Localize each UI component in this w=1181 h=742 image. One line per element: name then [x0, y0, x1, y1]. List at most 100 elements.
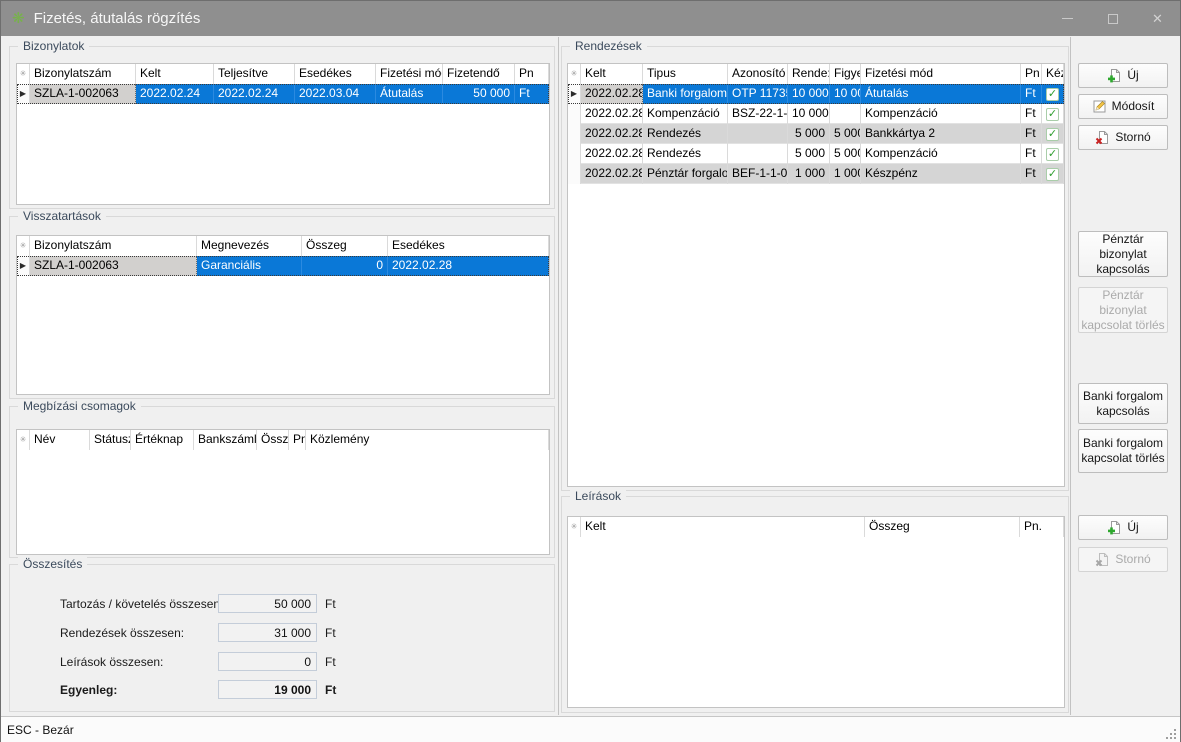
field-egyenleg[interactable]: 19 000: [218, 680, 317, 699]
rendezesek-row[interactable]: 2022.02.28 Kompenzáció BSZ-22-1-00 10 00…: [568, 104, 1064, 124]
visszatartasok-table[interactable]: ✳ Bizonylatszám Megnevezés Összeg Esedék…: [16, 235, 550, 395]
row-selector-cell[interactable]: [568, 164, 581, 184]
cell-figyelembe[interactable]: 10 000: [830, 84, 861, 104]
checkbox-checked-icon[interactable]: ✓: [1046, 128, 1059, 141]
column-header-kelt[interactable]: Kelt: [581, 517, 865, 537]
cell-rendezett[interactable]: 1 000: [788, 164, 830, 184]
column-header-fizetendo[interactable]: Fizetendő: [443, 64, 515, 84]
cell-kelt[interactable]: 2022.02.28: [581, 104, 643, 124]
row-selector-header[interactable]: ✳: [17, 236, 30, 256]
column-header-nev[interactable]: Név: [30, 430, 90, 450]
column-header-kelt[interactable]: Kelt: [581, 64, 643, 84]
rendezesek-row[interactable]: 2022.02.28 Pénztár forgalom BEF-1-1-00 1…: [568, 164, 1064, 184]
leirasok-storno-button[interactable]: Stornó: [1078, 547, 1168, 572]
cell-fizetesi-mod[interactable]: Átutalás: [376, 84, 443, 104]
cell-pn[interactable]: Ft: [1021, 144, 1042, 164]
row-selector-cell[interactable]: ▶: [568, 84, 581, 104]
row-selector-cell[interactable]: ▶: [17, 256, 30, 276]
penztar-bizonylat-kapcsolat-torles-button[interactable]: Pénztár bizonylat kapcsolat törlés: [1078, 287, 1168, 333]
column-header-figyelembe[interactable]: Figye: [830, 64, 861, 84]
cell-azonosito[interactable]: BSZ-22-1-00: [728, 104, 788, 124]
cell-figyelembe[interactable]: 1 000: [830, 164, 861, 184]
cell-rendezett[interactable]: 10 000: [788, 84, 830, 104]
cell-rendezett[interactable]: 10 000: [788, 104, 830, 124]
rendezesek-row[interactable]: 2022.02.28 Rendezés 5 000 5 000 Bankkárt…: [568, 124, 1064, 144]
cell-osszeg[interactable]: 0: [302, 256, 388, 276]
row-selector-cell[interactable]: [568, 104, 581, 124]
leirasok-table[interactable]: ✳ Kelt Összeg Pn.: [567, 516, 1065, 708]
cell-azonosito[interactable]: BEF-1-1-00: [728, 164, 788, 184]
storno-button[interactable]: Stornó: [1078, 125, 1168, 150]
column-header-teljesitve[interactable]: Teljesítve: [214, 64, 295, 84]
row-selector-cell[interactable]: [568, 124, 581, 144]
cell-azonosito[interactable]: [728, 144, 788, 164]
field-tartozas-osszesen[interactable]: 50 000: [218, 594, 317, 613]
cell-pn[interactable]: Ft: [1021, 124, 1042, 144]
cell-kelt[interactable]: 2022.02.28: [581, 84, 643, 104]
column-header-esedekes[interactable]: Esedékes: [295, 64, 376, 84]
cell-fizetesi-mod[interactable]: Kompenzáció: [861, 144, 1021, 164]
banki-forgalom-kapcsolas-button[interactable]: Banki forgalom kapcsolás: [1078, 383, 1168, 424]
visszatartasok-row[interactable]: ▶ SZLA-1-002063 Garanciális 0 2022.02.28: [17, 256, 549, 276]
cell-rendezett[interactable]: 5 000: [788, 144, 830, 164]
column-header-bankszamla[interactable]: Bankszámla: [194, 430, 257, 450]
column-header-pn[interactable]: Pn: [515, 64, 549, 84]
cell-tipus[interactable]: Rendezés: [643, 124, 728, 144]
column-header-megnevezes[interactable]: Megnevezés: [197, 236, 302, 256]
cell-tipus[interactable]: Kompenzáció: [643, 104, 728, 124]
column-header-esedekes[interactable]: Esedékes: [388, 236, 549, 256]
column-header-bizonylatszam[interactable]: Bizonylatszám: [30, 236, 197, 256]
cell-esedekes[interactable]: 2022.03.04: [295, 84, 376, 104]
checkbox-checked-icon[interactable]: ✓: [1046, 168, 1059, 181]
cell-esedekes[interactable]: 2022.02.28: [388, 256, 549, 276]
close-button[interactable]: ✕: [1135, 1, 1180, 36]
bizonylatok-row[interactable]: ▶ SZLA-1-002063 2022.02.24 2022.02.24 20…: [17, 84, 549, 104]
column-header-fizetesi-mod[interactable]: Fizetési mód: [376, 64, 443, 84]
cell-kelt[interactable]: 2022.02.28: [581, 144, 643, 164]
checkbox-checked-icon[interactable]: ✓: [1046, 148, 1059, 161]
cell-kelt[interactable]: 2022.02.24: [136, 84, 214, 104]
cell-pn[interactable]: Ft: [1021, 84, 1042, 104]
cell-kelt[interactable]: 2022.02.28: [581, 124, 643, 144]
modosit-button[interactable]: Módosít: [1078, 94, 1168, 119]
column-header-fizetesi-mod[interactable]: Fizetési mód: [861, 64, 1021, 84]
titlebar[interactable]: ❋ Fizetés, átutalás rögzítés ✕: [1, 1, 1180, 36]
row-selector-header[interactable]: ✳: [17, 430, 30, 450]
bizonylatok-table[interactable]: ✳ Bizonylatszám Kelt Teljesítve Esedékes…: [16, 63, 550, 205]
row-selector-cell[interactable]: ▶: [17, 84, 30, 104]
cell-figyelembe[interactable]: [830, 104, 861, 124]
cell-pn[interactable]: Ft: [1021, 164, 1042, 184]
cell-pn[interactable]: Ft: [1021, 104, 1042, 124]
megbizasi-table[interactable]: ✳ Név Státusz Értéknap Bankszámla Összeg…: [16, 429, 550, 555]
cell-pn[interactable]: Ft: [515, 84, 549, 104]
rendezesek-table[interactable]: ✳ Kelt Tipus Azonosító Rende: Figye Fize…: [567, 63, 1065, 487]
column-header-rendezett[interactable]: Rende:: [788, 64, 830, 84]
cell-fizetesi-mod[interactable]: Bankkártya 2: [861, 124, 1021, 144]
column-header-pn[interactable]: Pn.: [1020, 517, 1064, 537]
cell-azonosito[interactable]: OTP 117350: [728, 84, 788, 104]
cell-bizonylatszam[interactable]: SZLA-1-002063: [30, 256, 197, 276]
column-header-osszeg[interactable]: Összeg: [865, 517, 1020, 537]
row-selector-header[interactable]: ✳: [568, 517, 581, 537]
row-selector-cell[interactable]: [568, 144, 581, 164]
column-header-pn[interactable]: Pn: [289, 430, 306, 450]
uj-button[interactable]: Új: [1078, 63, 1168, 88]
cell-tipus[interactable]: Pénztár forgalom: [643, 164, 728, 184]
column-header-azonosito[interactable]: Azonosító: [728, 64, 788, 84]
minimize-button[interactable]: [1045, 1, 1090, 36]
cell-fizetesi-mod[interactable]: Kompenzáció: [861, 104, 1021, 124]
resize-grip[interactable]: [1165, 728, 1177, 740]
column-header-pn[interactable]: Pn: [1021, 64, 1042, 84]
column-header-bizonylatszam[interactable]: Bizonylatszám: [30, 64, 136, 84]
cell-kezi[interactable]: ✓: [1042, 164, 1064, 184]
cell-rendezett[interactable]: 5 000: [788, 124, 830, 144]
cell-kezi[interactable]: ✓: [1042, 84, 1064, 104]
cell-bizonylatszam[interactable]: SZLA-1-002063: [30, 84, 136, 104]
checkbox-checked-icon[interactable]: ✓: [1046, 88, 1059, 101]
cell-fizetesi-mod[interactable]: Átutalás: [861, 84, 1021, 104]
rendezesek-row[interactable]: ▶ 2022.02.28 Banki forgalom OTP 117350 1…: [568, 84, 1064, 104]
cell-teljesitve[interactable]: 2022.02.24: [214, 84, 295, 104]
field-rendezesek-osszesen[interactable]: 31 000: [218, 623, 317, 642]
banki-forgalom-kapcsolat-torles-button[interactable]: Banki forgalom kapcsolat törlés: [1078, 429, 1168, 473]
cell-kezi[interactable]: ✓: [1042, 104, 1064, 124]
